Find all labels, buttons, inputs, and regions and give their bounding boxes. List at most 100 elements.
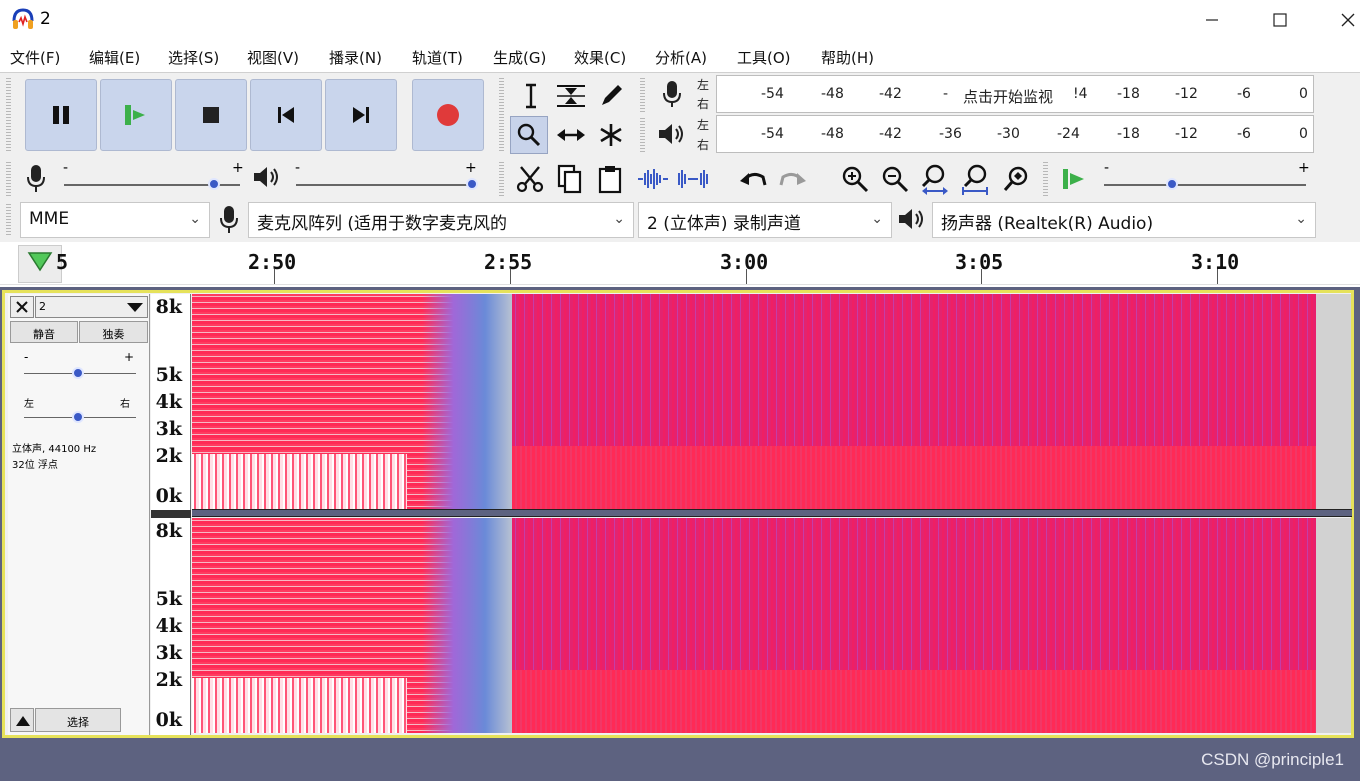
asterisk-icon	[600, 124, 622, 146]
record-meter-left-label: 左	[697, 78, 710, 92]
draw-tool[interactable]	[592, 77, 630, 115]
time-shift-tool[interactable]	[552, 116, 590, 154]
pause-button[interactable]	[25, 79, 97, 151]
undo-button[interactable]	[734, 160, 772, 198]
record-volume-max-label: +	[232, 160, 244, 176]
freq-label: 4k	[155, 615, 182, 637]
menu-edit[interactable]: 编辑(E)	[89, 47, 140, 68]
spectrogram-band-region	[512, 670, 1316, 733]
channel-divider	[192, 509, 1352, 517]
playback-meter[interactable]: -54 -48 -42 -36 -30 -24 -18 -12 -6 0	[716, 115, 1314, 153]
trim-button[interactable]	[634, 160, 672, 198]
track-close-button[interactable]	[10, 296, 34, 318]
timeline-tick	[274, 269, 275, 284]
skip-end-button[interactable]	[325, 79, 397, 151]
spectrogram-right-channel[interactable]	[192, 518, 1316, 733]
play-at-speed-grip[interactable]	[1043, 162, 1048, 196]
play-head-triangle-icon[interactable]	[27, 250, 53, 272]
solo-button[interactable]: 独奏	[79, 321, 148, 343]
envelope-tool[interactable]	[552, 77, 590, 115]
mute-button[interactable]: 静音	[10, 321, 78, 343]
spectrogram-low-energy	[192, 678, 407, 733]
play-meter-grip[interactable]	[640, 118, 645, 152]
fit-selection-button[interactable]	[916, 160, 954, 198]
frequency-ruler[interactable]: 8k 5k 4k 3k 2k 0k 8k 5k 4k 3k 2k 0k	[151, 294, 191, 735]
play-at-speed-button[interactable]	[1055, 160, 1093, 198]
solo-label: 独奏	[102, 328, 125, 341]
paste-button[interactable]	[591, 160, 629, 198]
record-meter-prompt[interactable]: 点击开始监视	[963, 86, 1053, 107]
edit-grip[interactable]	[499, 162, 504, 196]
audio-host-dropdown[interactable]: MME ⌄	[20, 202, 210, 238]
spectrogram-left-channel[interactable]	[192, 294, 1316, 509]
gain-slider-thumb[interactable]	[72, 367, 84, 379]
minimize-button[interactable]	[1182, 0, 1242, 40]
menu-view[interactable]: 视图(V)	[247, 47, 299, 68]
input-device-dropdown[interactable]: 麦克风阵列 (适用于数字麦克风的 ⌄	[248, 202, 634, 238]
output-device-dropdown[interactable]: 扬声器 (Realtek(R) Audio) ⌄	[932, 202, 1316, 238]
menu-generate[interactable]: 生成(G)	[493, 47, 546, 68]
mixer-grip[interactable]	[6, 162, 11, 196]
select-track-button[interactable]: 选择	[35, 708, 121, 732]
cut-button[interactable]	[511, 160, 549, 198]
redo-button[interactable]	[774, 160, 812, 198]
playback-volume-track[interactable]	[296, 184, 472, 186]
record-meter-mic-button[interactable]	[655, 76, 689, 112]
zoom-in-button[interactable]	[836, 160, 874, 198]
skip-start-button[interactable]	[250, 79, 322, 151]
speed-slider-thumb[interactable]	[1166, 178, 1178, 190]
playback-volume-slider-thumb[interactable]	[466, 178, 478, 190]
play-button[interactable]	[100, 79, 172, 151]
spectrogram-band-region	[512, 446, 1316, 509]
multi-tool[interactable]	[592, 116, 630, 154]
speaker-icon	[659, 124, 683, 144]
play-meter-tick: -54	[761, 126, 784, 142]
stop-button[interactable]	[175, 79, 247, 151]
zoom-toggle-button[interactable]	[998, 160, 1036, 198]
output-device-speaker-icon	[896, 204, 930, 238]
close-button[interactable]	[1318, 0, 1360, 40]
maximize-button[interactable]	[1250, 0, 1310, 40]
chevron-down-icon: ⌄	[189, 211, 201, 227]
freq-label: 2k	[155, 669, 182, 691]
copy-button[interactable]	[551, 160, 589, 198]
zoom-tool[interactable]	[510, 116, 548, 154]
gain-min-label: -	[24, 350, 29, 364]
record-meter[interactable]: -54 -48 -42 - 点击开始监视 !4 -18 -12 -6 0	[716, 75, 1314, 113]
bottom-area	[0, 741, 1360, 781]
play-meter-speaker-button[interactable]	[655, 116, 689, 152]
play-meter-tick: -42	[879, 126, 902, 142]
play-meter-tick: 0	[1299, 126, 1308, 142]
freq-label: 0k	[155, 485, 182, 507]
timeline-ruler[interactable]: 5 2:50 2:55 3:00 3:05 3:10	[0, 243, 1360, 285]
menu-analyze[interactable]: 分析(A)	[655, 47, 707, 68]
menu-tools[interactable]: 工具(O)	[737, 47, 791, 68]
play-meter-tick: -24	[1057, 126, 1080, 142]
zoom-out-button[interactable]	[876, 160, 914, 198]
input-channels-value: 2 (立体声) 录制声道	[647, 214, 801, 234]
menu-select[interactable]: 选择(S)	[168, 47, 219, 68]
tools-grip[interactable]	[499, 78, 504, 152]
track-name-menu[interactable]: 2	[35, 296, 148, 318]
speed-slider-track[interactable]	[1104, 184, 1306, 186]
freq-label: 8k	[155, 296, 182, 318]
menu-help[interactable]: 帮助(H)	[821, 47, 874, 68]
record-volume-slider-thumb[interactable]	[208, 178, 220, 190]
fit-project-button[interactable]	[956, 160, 994, 198]
input-channels-dropdown[interactable]: 2 (立体声) 录制声道 ⌄	[638, 202, 892, 238]
record-button[interactable]	[412, 79, 484, 151]
collapse-track-button[interactable]	[10, 708, 34, 732]
record-meter-grip[interactable]	[640, 78, 645, 112]
menu-tracks[interactable]: 轨道(T)	[412, 47, 463, 68]
freq-label: 8k	[155, 520, 182, 542]
title-bar: 2	[0, 0, 1360, 40]
menu-effect[interactable]: 效果(C)	[574, 47, 626, 68]
pan-slider-thumb[interactable]	[72, 411, 84, 423]
menu-file[interactable]: 文件(F)	[10, 47, 60, 68]
device-grip[interactable]	[6, 204, 11, 236]
silence-button[interactable]	[674, 160, 712, 198]
selection-tool[interactable]	[512, 77, 550, 115]
menu-transport[interactable]: 播录(N)	[329, 47, 382, 68]
triangle-up-icon	[16, 716, 30, 726]
transport-grip[interactable]	[6, 78, 11, 152]
